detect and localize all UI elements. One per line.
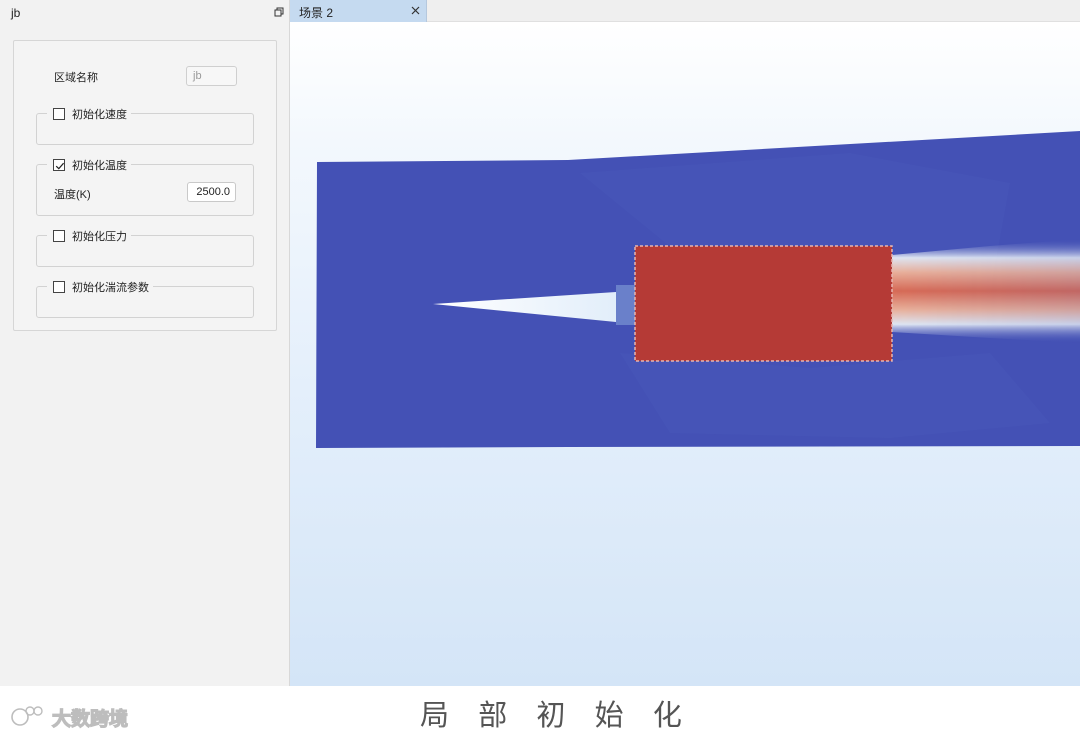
turbulence-label: 初始化湍流参数 bbox=[72, 281, 149, 294]
pressure-legend: 初始化压力 bbox=[47, 228, 131, 243]
temperature-contour-plot bbox=[316, 131, 1080, 448]
checkmark-icon bbox=[55, 162, 65, 169]
hot-plume bbox=[892, 239, 1080, 343]
pressure-checkbox[interactable] bbox=[53, 229, 65, 242]
pressure-label: 初始化压力 bbox=[72, 230, 127, 243]
scene-viewport[interactable] bbox=[290, 23, 1080, 686]
restore-window-icon[interactable] bbox=[274, 7, 284, 17]
velocity-label: 初始化速度 bbox=[72, 108, 127, 121]
zone-name-field[interactable]: jb bbox=[186, 66, 237, 86]
turbulence-checkbox[interactable] bbox=[53, 280, 65, 293]
watermark-text: 大数跨境 bbox=[52, 707, 128, 730]
temperature-checkbox[interactable] bbox=[53, 158, 65, 171]
velocity-legend: 初始化速度 bbox=[47, 106, 131, 121]
velocity-checkbox[interactable] bbox=[53, 107, 65, 120]
turbulence-group: 初始化湍流参数 bbox=[36, 279, 254, 318]
tab-label: 场景 2 bbox=[299, 6, 334, 20]
initialized-hot-region bbox=[634, 245, 893, 362]
temperature-field[interactable]: 2500.0 bbox=[187, 182, 236, 202]
panel-title: jb bbox=[11, 6, 21, 20]
needle-base-glow bbox=[616, 285, 636, 325]
image-caption: 局 部 初 始 化 bbox=[420, 698, 692, 732]
temperature-legend: 初始化温度 bbox=[47, 157, 131, 172]
zone-name-label: 区域名称 bbox=[54, 72, 98, 84]
velocity-group: 初始化速度 bbox=[36, 106, 254, 145]
scene-tab-bar: 场景 2 bbox=[290, 0, 1080, 22]
turbulence-legend: 初始化湍流参数 bbox=[47, 279, 153, 294]
pressure-group: 初始化压力 bbox=[36, 228, 254, 267]
watermark-logo: 大数跨境 bbox=[11, 706, 129, 730]
tab-scene-2[interactable]: 场景 2 bbox=[290, 0, 427, 22]
close-icon[interactable] bbox=[410, 5, 421, 16]
properties-panel: jb 区域名称 jb 初始化速度 初始化温度 温度(K) 2500.0 初始化压… bbox=[0, 0, 290, 686]
temperature-label: 初始化温度 bbox=[72, 159, 127, 172]
temperature-field-label: 温度(K) bbox=[54, 189, 91, 201]
